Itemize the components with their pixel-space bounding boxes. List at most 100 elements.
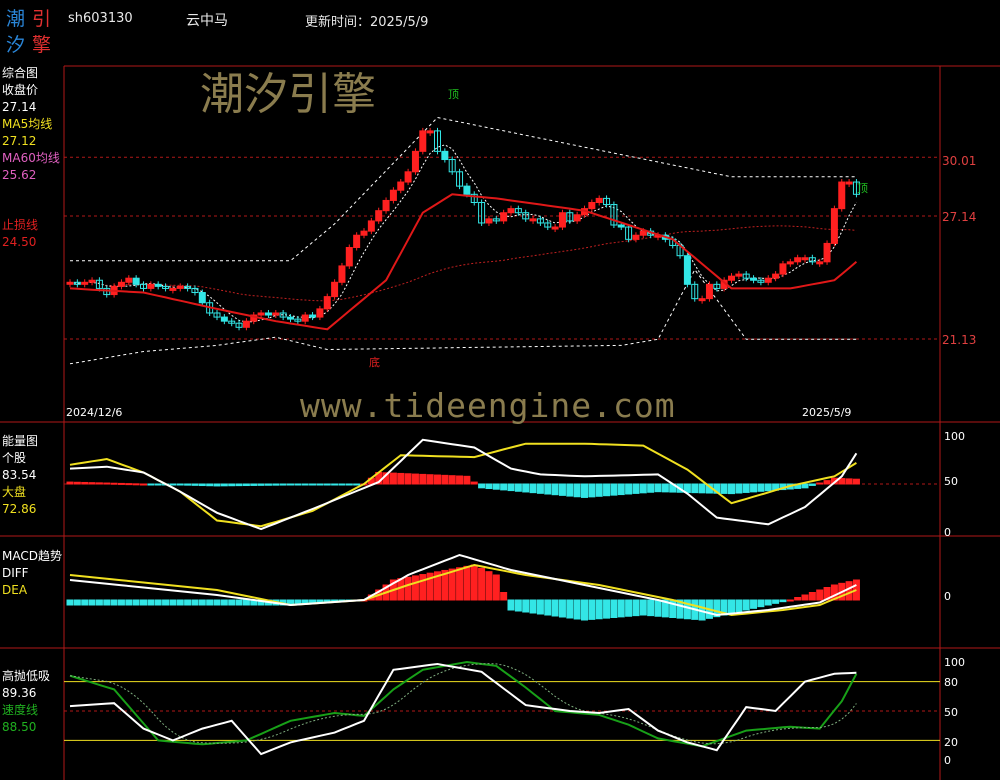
macd-bar [772,599,780,604]
energy-bar [110,482,118,485]
brand-watermark: 潮汐引擎 [200,69,376,120]
ma5-value: 27.12 [2,134,37,148]
candle [750,277,758,281]
energy-bar [823,480,831,485]
energy-bar [735,483,743,494]
candle [500,212,508,222]
market-energy-value: 72.86 [2,502,37,516]
macd-bar [801,594,809,601]
energy-bar [625,483,633,495]
energy-bar [573,483,581,498]
energy-bar [272,483,280,486]
candle [617,224,625,228]
macd-bar [228,599,236,606]
candle [801,257,809,261]
macd-bar [492,574,500,601]
macd-bar [735,599,743,613]
candle [257,312,265,316]
energy-bar [757,483,765,492]
candle [301,314,309,322]
candle [338,265,346,283]
panel1-title: 综合图 [2,66,39,80]
candle [463,185,471,195]
axis-label: 0 [944,754,951,767]
date-start: 2024/12/6 [66,406,123,419]
macd-bar [757,599,765,608]
candle [830,208,838,244]
energy-bar [485,483,493,490]
energy-bar [338,483,346,486]
energy-bar [419,473,427,485]
axis-label: 0 [944,590,951,603]
macd-bar [654,599,662,617]
macd-bar [750,599,758,609]
candle [242,320,250,328]
speed-value: 88.50 [2,720,37,734]
dea-label: DEA [2,583,28,597]
ma5-label: MA5均线 [2,117,53,131]
bottom-marker: 底 [369,356,380,369]
energy-bar [117,482,125,485]
energy-bar [808,483,816,486]
axis-label: 0 [944,526,951,539]
energy-bar [470,481,478,485]
energy-bar [147,483,155,486]
energy-bar [191,483,199,486]
energy-bar [536,483,544,494]
candle [786,261,794,265]
candle [66,281,74,285]
macd-bar [404,576,412,601]
energy-bar [88,482,96,485]
macd-bar [448,568,456,601]
stop-label: 止损线 [2,218,39,232]
energy-bar [728,483,735,495]
panel4-title: 高抛低吸 [2,669,51,683]
energy-bar [441,474,449,485]
macd-bar [235,599,243,606]
candle [639,230,647,236]
macd-panel [66,553,860,621]
macd-bar [140,599,147,606]
macd-bar [470,564,478,601]
top-marker: 顶 [448,88,459,101]
energy-bar [81,481,89,485]
macd-bar [728,599,735,614]
energy-bar [323,483,331,486]
energy-bar [250,483,258,486]
macd-bar [603,599,611,619]
macd-bar [397,578,405,601]
candle [88,279,96,283]
candle [147,283,155,289]
axis-label: 100 [944,656,965,669]
axis-label: 100 [944,430,965,443]
energy-bar [213,483,221,487]
close-value: 27.14 [2,100,37,114]
candle [169,287,177,291]
candle [360,230,368,236]
energy-bar [566,483,574,497]
macd-bar [110,599,118,606]
macd-bar [198,599,206,606]
macd-bar [507,599,515,611]
candle [764,277,772,283]
energy-bar [242,483,250,487]
macd-bar [154,599,162,606]
energy-bar [463,475,471,485]
candle [816,261,824,265]
energy-bar [514,483,522,492]
energy-bar [500,483,508,491]
macd-bar [647,599,655,617]
energy-bar [294,483,302,486]
macd-bar [176,599,184,606]
panel2-title: 能量图 [2,434,39,448]
macd-bar [117,599,125,606]
candle [287,316,294,320]
energy-bar [389,472,397,485]
energy-bar [279,483,287,486]
candle [220,316,228,322]
macd-bar [794,597,802,601]
energy-bar [198,483,206,487]
stop-loss-line [69,193,858,331]
candle [529,218,537,222]
energy-bar [801,483,809,489]
